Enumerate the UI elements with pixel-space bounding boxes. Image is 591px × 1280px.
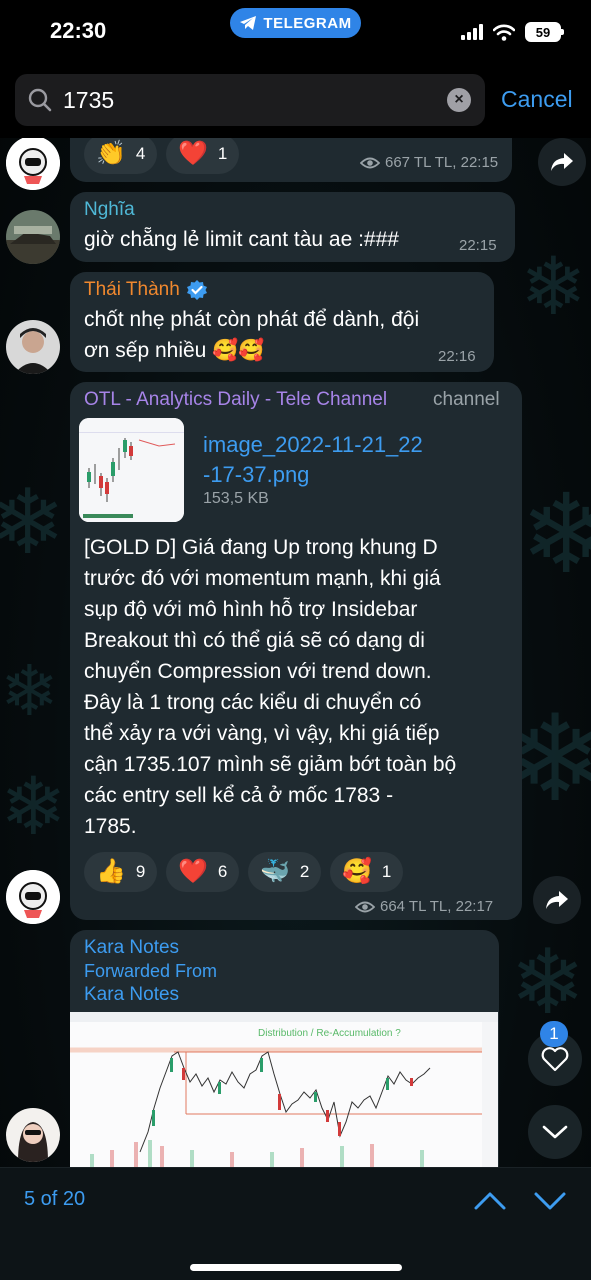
- search-input[interactable]: [63, 86, 433, 114]
- wifi-icon: [493, 24, 515, 41]
- avatar[interactable]: [6, 320, 60, 374]
- message-text: [GOLD D] Giá đang Up trong khung D trước…: [84, 536, 457, 838]
- eye-icon: [355, 901, 375, 912]
- reaction-chip[interactable]: 👏 4: [84, 134, 157, 174]
- forwarded-from[interactable]: Kara Notes: [84, 984, 179, 1006]
- avatar[interactable]: [6, 136, 60, 190]
- snowflake-decoration: ❄: [0, 652, 59, 730]
- share-button[interactable]: [533, 876, 581, 924]
- battery-icon: 59: [525, 22, 564, 42]
- telegram-icon: [240, 16, 257, 30]
- message-text: giờ chẵng lẻ limit cant tàu ae :###: [84, 228, 399, 251]
- avatar[interactable]: [6, 210, 60, 264]
- share-button[interactable]: [538, 138, 586, 186]
- sender-name[interactable]: OTL - Analytics Daily - Tele Channel: [84, 389, 387, 411]
- reaction-chip[interactable]: ❤️ 1: [166, 134, 239, 174]
- status-bar: 22:30 TELEGRAM 59: [0, 0, 591, 64]
- sender-name[interactable]: Kara Notes: [84, 937, 179, 959]
- result-count: 5 of 20: [24, 1188, 86, 1210]
- file-size: 153,5 KB: [203, 490, 269, 507]
- chart-image[interactable]: Distribution / Re-Accumulation ?: [70, 1012, 498, 1167]
- snowflake-decoration: ❄: [520, 242, 588, 331]
- reaction-chip[interactable]: ❤️ 6: [166, 852, 239, 892]
- chevron-down-icon[interactable]: [532, 1186, 568, 1214]
- avatar[interactable]: [6, 870, 60, 924]
- message-meta: 664 TL TL, 22:17: [355, 898, 493, 915]
- search-header: × Cancel: [0, 64, 591, 138]
- share-icon: [551, 153, 573, 171]
- file-name[interactable]: image_2022-11-21_22 -17-37.png: [203, 430, 463, 490]
- clock: 22:30: [50, 18, 107, 43]
- verified-icon: [186, 280, 207, 300]
- message-time: 22:16: [438, 348, 476, 365]
- reaction-chip[interactable]: 🐳 2: [248, 852, 321, 892]
- forwarded-label: Forwarded From: [84, 961, 218, 981]
- file-thumbnail[interactable]: [79, 418, 184, 522]
- avatar[interactable]: [6, 1108, 60, 1162]
- reaction-chip[interactable]: 🥰 1: [330, 852, 403, 892]
- home-indicator[interactable]: [190, 1264, 402, 1271]
- channel-tag: channel: [433, 389, 500, 410]
- eye-icon: [360, 157, 380, 168]
- reaction-chip[interactable]: 👍 9: [84, 852, 157, 892]
- reaction-badge: 1: [540, 1021, 568, 1047]
- search-icon: [28, 88, 52, 112]
- telegram-pill-label: TELEGRAM: [263, 14, 352, 32]
- snowflake-decoration: ❄: [510, 933, 586, 1033]
- snowflake-decoration: ❄: [0, 762, 68, 851]
- chevron-up-icon[interactable]: [472, 1186, 508, 1214]
- heart-icon: [541, 1047, 569, 1072]
- telegram-search-screen: ❄ ❄ ❄ ❄ ❄ ❄ ❄ 22:30 TELEGRAM 59 1735 × C…: [0, 0, 591, 1280]
- message-text: ơn sếp nhiều 🥰🥰: [84, 339, 265, 362]
- message-time: 22:15: [459, 237, 497, 254]
- snowflake-decoration: ❄: [0, 473, 66, 573]
- search-results-bar: 5 of 20: [0, 1167, 591, 1280]
- chevron-down-icon: [542, 1125, 568, 1139]
- signal-icon: [461, 24, 483, 40]
- cancel-button[interactable]: Cancel: [501, 86, 573, 113]
- status-icons: 59: [461, 22, 564, 42]
- scroll-down-button[interactable]: [528, 1105, 582, 1159]
- search-field[interactable]: ×: [15, 74, 485, 126]
- message-text: chốt nhẹ phát còn phát để dành, đội: [84, 308, 420, 331]
- sender-name[interactable]: Thái Thành: [84, 279, 208, 301]
- snowflake-decoration: ❄: [520, 473, 591, 596]
- message-meta: 667 TL TL, 22:15: [360, 154, 498, 171]
- share-icon: [546, 891, 568, 909]
- sender-name[interactable]: Nghĩa: [84, 199, 135, 221]
- telegram-pill[interactable]: TELEGRAM: [230, 8, 361, 38]
- clear-icon[interactable]: ×: [447, 88, 471, 112]
